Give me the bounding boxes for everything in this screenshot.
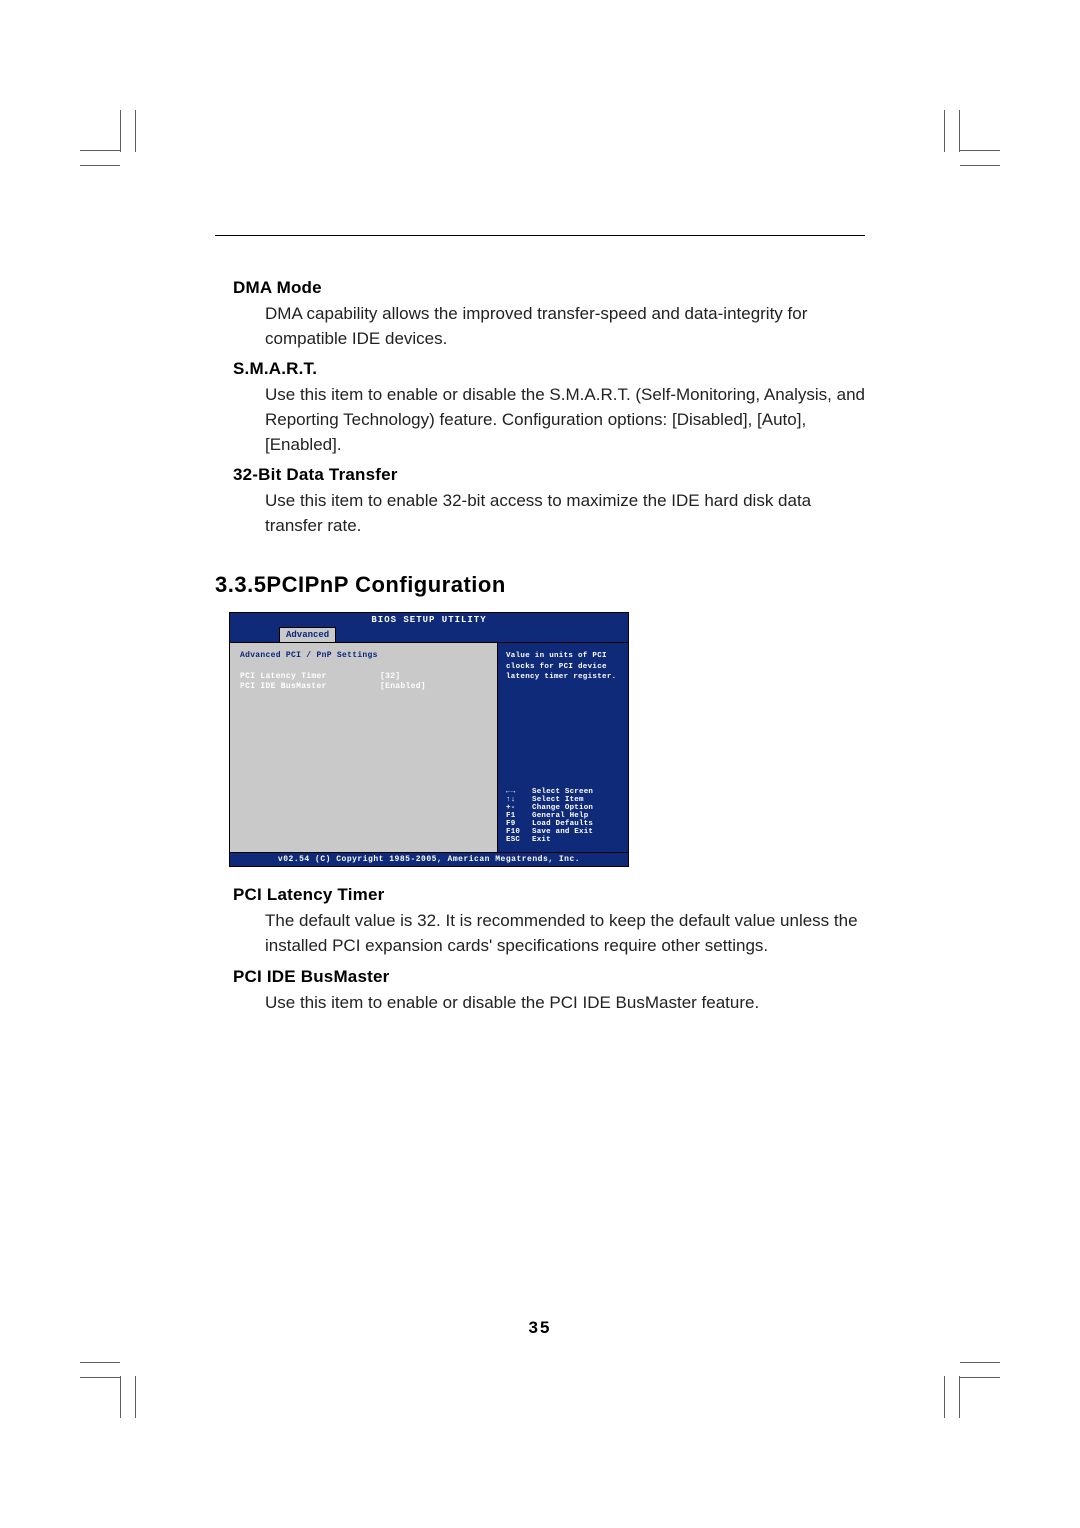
- header-rule: [215, 235, 865, 236]
- pci-ide-label: PCI IDE BusMaster: [233, 967, 865, 987]
- nav-key: +-: [506, 804, 532, 812]
- nav-action: Exit: [532, 836, 551, 844]
- bios-row-key: PCI IDE BusMaster: [240, 682, 380, 691]
- smart-body: Use this item to enable or disable the S…: [265, 383, 865, 457]
- bios-settings-title: Advanced PCI / PnP Settings: [240, 651, 487, 660]
- bios-help-text: Value in units of PCI clocks for PCI dev…: [506, 651, 620, 681]
- nav-action: Save and Exit: [532, 828, 593, 836]
- smart-label: S.M.A.R.T.: [233, 359, 865, 379]
- page-content: DMA Mode DMA capability allows the impro…: [215, 235, 865, 1023]
- section-heading: 3.3.5PCIPnP Configuration: [215, 572, 865, 598]
- dma-mode-body: DMA capability allows the improved trans…: [265, 302, 865, 351]
- bit32-label: 32-Bit Data Transfer: [233, 465, 865, 485]
- nav-key: F10: [506, 828, 532, 836]
- bios-row-value: [Enabled]: [380, 682, 426, 691]
- nav-action: General Help: [532, 812, 588, 820]
- nav-action: Select Item: [532, 796, 584, 804]
- nav-key: ←→: [506, 788, 532, 796]
- bios-row-pci-latency: PCI Latency Timer [32]: [240, 672, 487, 681]
- nav-key: ESC: [506, 836, 532, 844]
- bit32-body: Use this item to enable 32-bit access to…: [265, 489, 865, 538]
- nav-key: ↑↓: [506, 796, 532, 804]
- bios-settings-pane: Advanced PCI / PnP Settings PCI Latency …: [230, 642, 498, 852]
- bios-setup-utility: BIOS SETUP UTILITY Advanced Advanced PCI…: [229, 612, 629, 867]
- bios-title: BIOS SETUP UTILITY: [230, 613, 628, 627]
- bios-tab-advanced: Advanced: [279, 627, 336, 642]
- nav-action: Load Defaults: [532, 820, 593, 828]
- pci-ide-body: Use this item to enable or disable the P…: [265, 991, 865, 1016]
- bios-tabs: Advanced: [230, 627, 628, 642]
- bios-help-pane: Value in units of PCI clocks for PCI dev…: [498, 642, 628, 852]
- nav-action: Select Screen: [532, 788, 593, 796]
- pci-latency-label: PCI Latency Timer: [233, 885, 865, 905]
- bios-navigation: ←→Select Screen ↑↓Select Item +-Change O…: [506, 788, 620, 844]
- nav-action: Change Option: [532, 804, 593, 812]
- bios-row-value: [32]: [380, 672, 400, 681]
- bios-row-pci-ide: PCI IDE BusMaster [Enabled]: [240, 682, 487, 691]
- dma-mode-label: DMA Mode: [233, 278, 865, 298]
- nav-key: F9: [506, 820, 532, 828]
- nav-key: F1: [506, 812, 532, 820]
- bios-footer: v02.54 (C) Copyright 1985-2005, American…: [230, 852, 628, 866]
- pci-latency-body: The default value is 32. It is recommend…: [265, 909, 865, 958]
- page-number: 35: [0, 1318, 1080, 1338]
- bios-row-key: PCI Latency Timer: [240, 672, 380, 681]
